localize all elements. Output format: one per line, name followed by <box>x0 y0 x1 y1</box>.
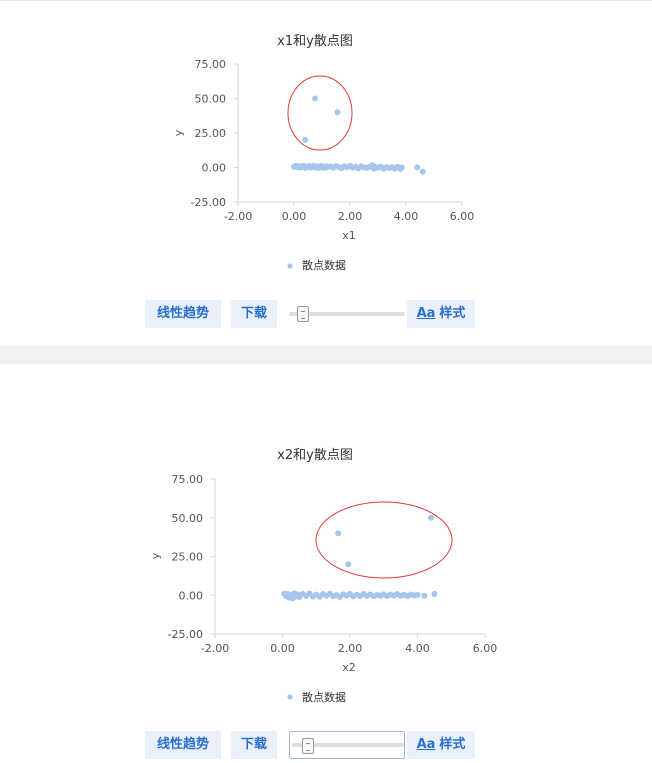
y-tick-labels: -25.00 0.00 25.00 50.00 75.00 <box>168 473 215 641</box>
y-tick-label: 25.00 <box>195 127 227 140</box>
scatter-point <box>335 530 342 537</box>
x-axis-label: x2 <box>342 661 356 674</box>
chart-toolbar-1: 线性趋势 下载 Aa 样式 <box>145 300 475 328</box>
linear-trend-button[interactable]: 线性趋势 <box>145 731 221 759</box>
y-axis-label: y <box>149 552 162 559</box>
font-style-icon: Aa <box>416 306 436 321</box>
scatter-point <box>428 514 434 521</box>
y-tick-label: 25.00 <box>172 551 204 564</box>
scatter-point <box>421 592 428 599</box>
chart-title: x1和y散点图 <box>277 34 353 49</box>
y-tick-label: -25.00 <box>168 628 203 641</box>
x-tick-labels: -2.00 0.00 2.00 4.00 6.00 <box>224 202 474 223</box>
size-slider[interactable] <box>289 300 405 328</box>
linear-trend-button[interactable]: 线性趋势 <box>145 300 221 328</box>
scatter-point <box>414 591 421 598</box>
download-button[interactable]: 下载 <box>231 300 277 328</box>
chart-panel-2: x2和y散点图 -25.00 0.00 25.00 50.00 75.00 -2.00 0… <box>0 364 652 763</box>
scatter-point <box>398 164 405 171</box>
style-label: 样式 <box>439 737 466 752</box>
scatter-points <box>281 514 438 602</box>
chart-panel-1: x1和y散点图 -25.00 0.00 25.00 50.00 75.00 -2.00 0… <box>0 0 652 346</box>
y-tick-label: 0.00 <box>202 162 227 175</box>
legend-label: 散点数据 <box>302 690 346 704</box>
download-button[interactable]: 下载 <box>231 731 277 759</box>
x-tick-label: 0.00 <box>270 642 295 655</box>
style-label: 样式 <box>439 306 466 321</box>
size-slider[interactable] <box>289 731 405 759</box>
scatter-point <box>302 136 309 143</box>
x-tick-labels: -2.00 0.00 2.00 4.00 6.00 <box>201 634 497 655</box>
slider-thumb[interactable] <box>302 738 314 754</box>
chart-toolbar-2: 线性趋势 下载 Aa 样式 <box>145 731 475 759</box>
scatter-point <box>414 164 421 171</box>
chart-axes <box>214 479 485 635</box>
scatter-points <box>291 95 426 175</box>
chart-axes <box>237 64 462 203</box>
style-button[interactable]: Aa 样式 <box>407 300 475 328</box>
y-tick-label: 0.00 <box>179 589 204 602</box>
outlier-highlight-ellipse <box>287 75 353 151</box>
y-tick-label: 50.00 <box>195 93 227 106</box>
scatter-point <box>431 591 438 598</box>
scatter-point <box>334 109 341 116</box>
scatter-point <box>312 95 318 102</box>
legend-marker <box>287 694 293 700</box>
scatter-point <box>419 168 426 175</box>
slider-thumb[interactable] <box>297 306 310 322</box>
x-tick-label: 2.00 <box>338 642 363 655</box>
style-button[interactable]: Aa 样式 <box>407 731 475 759</box>
x-tick-label: -2.00 <box>224 210 252 223</box>
y-tick-labels: -25.00 0.00 25.00 50.00 75.00 <box>191 58 238 209</box>
x-tick-label: 6.00 <box>450 210 475 223</box>
font-style-icon: Aa <box>416 737 436 752</box>
x-tick-label: 4.00 <box>405 642 430 655</box>
x-tick-label: 4.00 <box>394 210 419 223</box>
y-tick-label: 75.00 <box>172 473 204 486</box>
scatter-chart-x2: x2和y散点图 -25.00 0.00 25.00 50.00 75.00 -2.00 0… <box>149 448 497 704</box>
legend-label: 散点数据 <box>302 258 346 272</box>
y-tick-label: 50.00 <box>172 512 204 525</box>
scatter-chart-x1: x1和y散点图 -25.00 0.00 25.00 50.00 75.00 -2.00 0… <box>172 34 474 272</box>
y-axis-label: y <box>172 129 185 136</box>
scatter-point <box>345 561 352 568</box>
y-tick-label: -25.00 <box>191 196 226 209</box>
y-tick-label: 75.00 <box>195 58 227 71</box>
x-tick-label: 6.00 <box>473 642 498 655</box>
section-divider <box>0 346 652 364</box>
chart-title: x2和y散点图 <box>277 448 353 463</box>
x-tick-label: -2.00 <box>201 642 229 655</box>
x-tick-label: 2.00 <box>338 210 363 223</box>
x-axis-label: x1 <box>342 229 356 242</box>
legend-marker <box>287 263 293 269</box>
outlier-highlight-ellipse <box>315 501 453 579</box>
x-tick-label: 0.00 <box>282 210 307 223</box>
